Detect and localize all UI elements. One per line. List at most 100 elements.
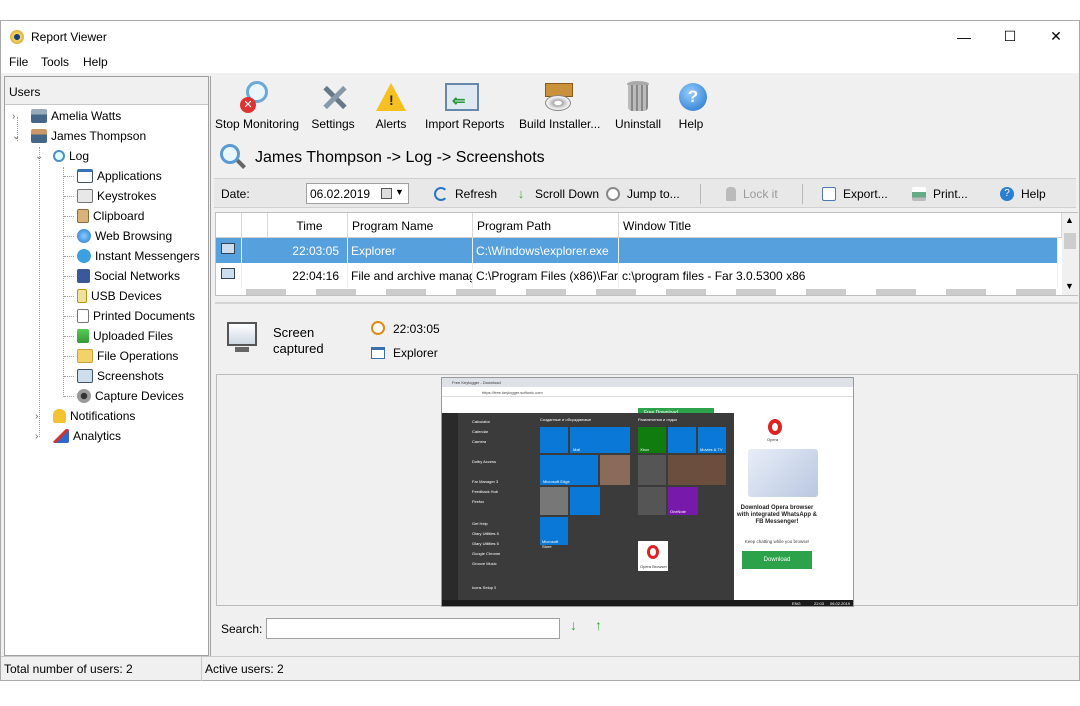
active-users-status: Active users: 2 [205, 662, 284, 676]
tree-user-amelia[interactable]: Amelia Watts [31, 109, 121, 123]
lock-it-button[interactable]: Lock it [726, 187, 778, 201]
toolbar-separator [802, 184, 803, 204]
tree-log[interactable]: Log [53, 149, 89, 163]
windows-taskbar: ENG 22:03 06.02.2019 [442, 600, 853, 606]
expand-chevron-icon[interactable]: › [35, 431, 38, 442]
tree-notifications[interactable]: Notifications [53, 409, 135, 423]
tree-file-operations[interactable]: File Operations [77, 349, 178, 363]
tree-user-james[interactable]: James Thompson [31, 129, 146, 143]
tree-uploaded-files[interactable]: Uploaded Files [77, 329, 173, 343]
alert-warning-icon: ! [373, 79, 409, 115]
usb-icon [77, 289, 87, 303]
help-bar-button[interactable]: ? Help [1000, 187, 1046, 201]
cell-title: c:\program files - Far 3.0.5300 x86 [619, 263, 1058, 288]
tree-item-label: Applications [97, 169, 162, 183]
splitter[interactable] [215, 302, 1078, 304]
tree-printed-documents[interactable]: Printed Documents [77, 309, 195, 323]
cell-time: 22:04:16 [268, 263, 348, 288]
refresh-button[interactable]: Refresh [434, 187, 497, 201]
screenshot-detail: Screen captured 22:03:05 Explorer [215, 308, 1078, 374]
captured-screen-image: Free Keylogger - Download https://free.k… [441, 377, 854, 607]
grid-icon-header [216, 213, 242, 238]
build-installer-button[interactable]: Build Installer... [519, 79, 600, 131]
close-button[interactable]: ✕ [1033, 21, 1079, 52]
expand-chevron-icon[interactable]: › [12, 111, 15, 122]
monitor-icon [77, 369, 93, 383]
toolbar-label: Uninstall [615, 117, 662, 131]
minimize-button[interactable]: — [941, 21, 987, 52]
import-reports-button[interactable]: ⇐ Import Reports [425, 79, 504, 131]
tree-item-label: Notifications [70, 409, 136, 423]
scroll-down-button[interactable]: ↓ Scroll Down [514, 187, 599, 201]
start-group-title: Созданные и обсуждаемые [540, 417, 592, 422]
help-toolbar-button[interactable]: ? Help [676, 79, 707, 131]
col-title-header[interactable]: Window Title [619, 213, 1062, 238]
stop-monitoring-button[interactable]: ✕ Stop Monitoring [215, 79, 300, 131]
upload-icon [77, 329, 89, 343]
menu-tools[interactable]: Tools [41, 55, 69, 69]
user-icon [31, 109, 47, 123]
bell-icon [53, 409, 66, 423]
table-row[interactable]: 22:03:05 Explorer C:\Windows\explorer.ex… [216, 238, 1058, 263]
export-button[interactable]: Export... [822, 187, 888, 201]
tree-item-label: Instant Messengers [95, 249, 200, 263]
partial-row [216, 289, 1058, 295]
calendar-tile [540, 427, 568, 453]
cell-title [619, 238, 1058, 263]
col-program-header[interactable]: Program Name [348, 213, 473, 238]
edge-tile: Microsoft Edge [540, 455, 598, 485]
tree-screenshots[interactable]: Screenshots [77, 369, 164, 383]
monitor-icon [227, 322, 257, 346]
scroll-up-icon[interactable]: ▲ [1065, 215, 1074, 225]
table-row[interactable]: 22:04:16 File and archive manager C:\Pro… [216, 263, 1058, 288]
export-icon [822, 187, 836, 201]
tree-item-label: Printed Documents [93, 309, 196, 323]
facebook-icon [77, 269, 90, 283]
scrollbar-thumb[interactable] [1064, 233, 1076, 249]
maximize-button[interactable]: ☐ [987, 21, 1033, 52]
search-input[interactable] [266, 618, 560, 639]
tree-analytics[interactable]: Analytics [53, 429, 121, 443]
printer-icon [912, 187, 926, 201]
report-viewer-window: Report Viewer — ☐ ✕ File Tools Help User… [0, 20, 1080, 681]
jump-to-button[interactable]: Jump to... [606, 187, 680, 201]
alerts-button[interactable]: ! Alerts [371, 79, 411, 131]
tree-item-label: Capture Devices [95, 389, 184, 403]
tree-social-networks[interactable]: Social Networks [77, 269, 180, 283]
tree-capture-devices[interactable]: Capture Devices [77, 389, 184, 403]
detail-time: 22:03:05 [393, 322, 440, 336]
tree-applications[interactable]: Applications [77, 169, 162, 183]
toolbar-label: Stop Monitoring [215, 117, 300, 131]
tree-keystrokes[interactable]: Keystrokes [77, 189, 156, 203]
start-group-title: Развлечения и отдых [638, 417, 678, 422]
tree-user-label: James Thompson [51, 129, 147, 143]
magnifier-icon [218, 142, 248, 172]
screenshot-preview[interactable]: Free Keylogger - Download https://free.k… [216, 374, 1078, 607]
col-path-header[interactable]: Program Path [473, 213, 619, 238]
tree-web-browsing[interactable]: Web Browsing [77, 229, 172, 243]
tree-clipboard[interactable]: Clipboard [77, 209, 144, 223]
collapse-chevron-icon[interactable]: ⌄ [12, 131, 20, 142]
cell-program: Explorer [348, 238, 473, 263]
print-button[interactable]: Print... [912, 187, 968, 201]
search-next-icon[interactable]: ↓ [570, 617, 577, 633]
date-label: Date: [221, 187, 250, 201]
uninstall-button[interactable]: Uninstall [615, 79, 662, 131]
menu-file[interactable]: File [9, 55, 28, 69]
settings-button[interactable]: Settings [311, 79, 355, 131]
search-prev-icon[interactable]: ↑ [595, 617, 602, 633]
print-label: Print... [933, 187, 968, 201]
dropdown-arrow-icon: ▼ [395, 187, 404, 197]
scroll-down-icon[interactable]: ▼ [1065, 281, 1074, 291]
collapse-chevron-icon[interactable]: ⌄ [35, 151, 43, 162]
menu-bar: File Tools Help [1, 52, 1079, 73]
tree-instant-messengers[interactable]: Instant Messengers [77, 249, 200, 263]
keyboard-icon [77, 189, 93, 203]
tree-usb-devices[interactable]: USB Devices [77, 289, 162, 303]
grid-scrollbar[interactable]: ▲ ▼ [1062, 213, 1078, 295]
export-label: Export... [843, 187, 888, 201]
date-picker[interactable]: 06.02.2019 ▼ [306, 183, 409, 204]
menu-help[interactable]: Help [83, 55, 108, 69]
col-time-header[interactable]: Time [268, 213, 348, 238]
expand-chevron-icon[interactable]: › [35, 411, 38, 422]
